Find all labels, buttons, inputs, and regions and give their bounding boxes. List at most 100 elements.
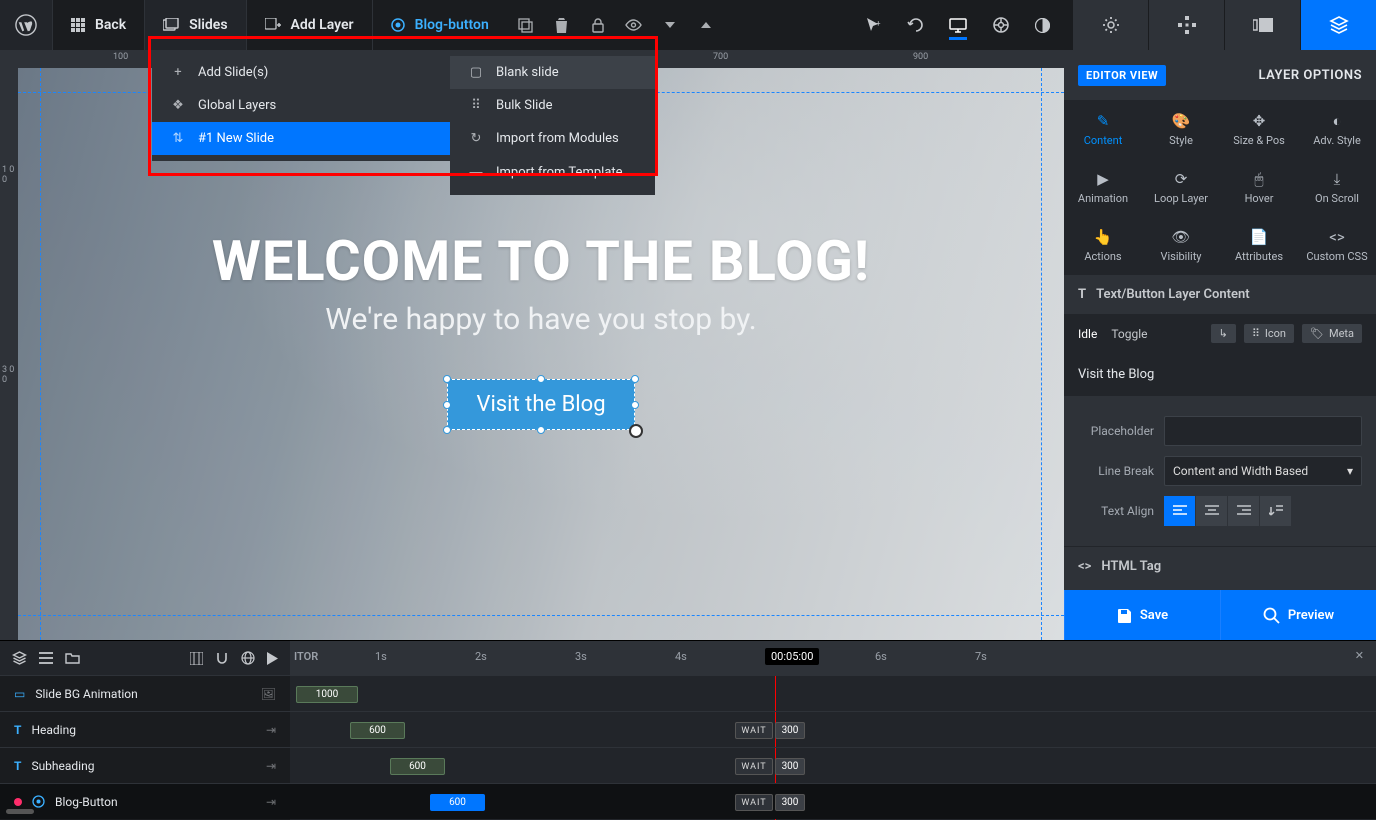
align-left-button[interactable] bbox=[1164, 496, 1196, 526]
align-center-button[interactable] bbox=[1196, 496, 1228, 526]
subtab-toggle[interactable]: Toggle bbox=[1111, 327, 1147, 341]
slides-button[interactable]: Slides bbox=[145, 0, 245, 50]
tab-loop[interactable]: ⟳Loop Layer bbox=[1142, 158, 1220, 216]
tab-scroll[interactable]: ⤓On Scroll bbox=[1298, 158, 1376, 216]
tab-style[interactable]: 🎨Style bbox=[1142, 100, 1220, 158]
snap-icon[interactable] bbox=[215, 651, 229, 665]
timeline-tracks[interactable]: 1000 600 WAIT 300 600 WAIT 300 600 WAIT … bbox=[290, 675, 1376, 820]
timeline-row-subheading[interactable]: T Subheading ⇥ bbox=[0, 747, 290, 783]
save-button[interactable]: Save bbox=[1064, 590, 1220, 640]
section-layer-content[interactable]: T Text/Button Layer Content bbox=[1064, 274, 1376, 314]
meta-chip[interactable]: 🏷 Meta bbox=[1302, 324, 1362, 343]
timeline-row-heading[interactable]: T Heading ⇥ bbox=[0, 711, 290, 747]
anim-bar[interactable]: 600 bbox=[350, 722, 405, 739]
help-icon[interactable] bbox=[993, 17, 1009, 33]
menu-import-modules[interactable]: ↻Import from Modules bbox=[450, 122, 655, 155]
current-layer-button[interactable]: Blog-button bbox=[373, 0, 507, 50]
tab-actions[interactable]: 👆Actions bbox=[1064, 216, 1142, 274]
close-icon[interactable]: ✕ bbox=[1355, 649, 1364, 662]
out-icon[interactable]: ⇥ bbox=[266, 723, 276, 737]
contrast-icon[interactable] bbox=[1035, 18, 1050, 33]
align-justify-button[interactable] bbox=[1260, 496, 1292, 526]
undo-icon[interactable] bbox=[907, 17, 923, 33]
wait-bar[interactable]: WAIT bbox=[735, 758, 773, 775]
tab-adv-style[interactable]: ◐Adv. Style bbox=[1298, 100, 1376, 158]
timeline-row-blog-button[interactable]: Blog-Button ⇥ bbox=[0, 783, 290, 819]
wait-bar[interactable]: WAIT bbox=[735, 794, 773, 811]
tab-custom-css[interactable]: <>Custom CSS bbox=[1298, 216, 1376, 274]
out-icon[interactable]: ⇥ bbox=[266, 795, 276, 809]
scrollbar-thumb[interactable] bbox=[6, 809, 34, 814]
caret-down-icon[interactable] bbox=[661, 16, 679, 34]
desktop-icon[interactable] bbox=[949, 18, 967, 40]
menu-blank-slide[interactable]: ▢Blank slide bbox=[450, 56, 655, 89]
tab-hover[interactable]: 🖱Hover bbox=[1220, 158, 1298, 216]
out-icon[interactable]: ⇥ bbox=[266, 759, 276, 773]
pointer-icon[interactable]: + bbox=[866, 17, 881, 34]
caret-up-icon[interactable] bbox=[697, 16, 715, 34]
section-html-tag[interactable]: <> HTML Tag bbox=[1064, 546, 1376, 586]
subheading-layer[interactable]: We're happy to have you stop by. bbox=[325, 302, 756, 337]
menu-bulk-slide[interactable]: ⠿Bulk Slide bbox=[450, 89, 655, 122]
linebreak-select[interactable]: Content and Width Based▾ bbox=[1164, 456, 1362, 486]
tab-navigation[interactable] bbox=[1148, 0, 1224, 50]
placeholder-input[interactable] bbox=[1164, 416, 1362, 446]
align-right-button[interactable] bbox=[1228, 496, 1260, 526]
columns-icon[interactable] bbox=[190, 652, 203, 665]
anim-bar[interactable]: 600 bbox=[390, 758, 445, 775]
back-button[interactable]: Back bbox=[53, 0, 144, 50]
play-icon[interactable] bbox=[267, 652, 278, 665]
icon-chip[interactable]: ⠿ Icon bbox=[1244, 324, 1294, 343]
wordpress-logo[interactable] bbox=[0, 0, 52, 50]
folder-icon[interactable] bbox=[65, 652, 80, 664]
editor-view-badge[interactable]: EDITOR VIEW bbox=[1078, 65, 1166, 86]
blog-button[interactable]: Visit the Blog bbox=[447, 379, 634, 430]
out-bar[interactable]: 300 bbox=[775, 758, 805, 775]
add-layer-button[interactable]: Add Layer bbox=[247, 0, 372, 50]
duplicate-icon[interactable] bbox=[517, 16, 535, 34]
preview-button[interactable]: Preview bbox=[1220, 590, 1376, 640]
menu-import-template[interactable]: ▬Import from Template bbox=[450, 155, 655, 189]
timeline-ruler[interactable]: ITOR 1s 2s 3s 4s 00:05:00 6s 7s ✕ bbox=[290, 641, 1376, 675]
delete-icon[interactable] bbox=[553, 16, 571, 34]
button-layer-selection[interactable]: Visit the Blog bbox=[447, 379, 634, 430]
resize-handle[interactable] bbox=[537, 375, 545, 383]
menu-global-layers[interactable]: ❖Global Layers bbox=[152, 89, 450, 122]
wait-bar[interactable]: WAIT bbox=[735, 722, 773, 739]
menu-slide-1[interactable]: ⇅#1 New Slide bbox=[152, 122, 450, 155]
rotate-handle[interactable] bbox=[629, 424, 643, 438]
visibility-icon[interactable] bbox=[625, 16, 643, 34]
subtab-idle[interactable]: Idle bbox=[1078, 327, 1097, 341]
resize-handle[interactable] bbox=[443, 401, 451, 409]
panel-tabs bbox=[1072, 0, 1376, 50]
anim-bar[interactable]: 600 bbox=[430, 794, 485, 811]
image-small-icon[interactable]: 🖼 bbox=[261, 687, 276, 701]
resize-handle[interactable] bbox=[537, 426, 545, 434]
tab-size-pos[interactable]: ✥Size & Pos bbox=[1220, 100, 1298, 158]
tab-settings[interactable] bbox=[1072, 0, 1148, 50]
out-bar[interactable]: 300 bbox=[775, 722, 805, 739]
heading-layer[interactable]: WELCOME TO THE BLOG! bbox=[212, 228, 870, 294]
resize-handle[interactable] bbox=[631, 375, 639, 383]
resize-handle[interactable] bbox=[631, 401, 639, 409]
tab-layers[interactable] bbox=[1300, 0, 1376, 50]
layers-icon[interactable] bbox=[12, 651, 27, 666]
tab-attributes[interactable]: 📄Attributes bbox=[1220, 216, 1298, 274]
timeline-left-toolbar bbox=[0, 641, 290, 675]
list-icon[interactable] bbox=[39, 652, 53, 664]
out-bar[interactable]: 300 bbox=[775, 794, 805, 811]
swap-icon[interactable]: ↳ bbox=[1211, 324, 1236, 343]
lock-icon[interactable] bbox=[589, 16, 607, 34]
resize-handle[interactable] bbox=[443, 426, 451, 434]
timeline-row-bg[interactable]: ▭ Slide BG Animation 🖼 bbox=[0, 675, 290, 711]
tab-visibility[interactable]: 👁Visibility bbox=[1142, 216, 1220, 274]
layer-text-editor[interactable]: Visit the Blog bbox=[1064, 353, 1376, 396]
playhead-time[interactable]: 00:05:00 bbox=[765, 648, 819, 665]
tab-animation[interactable]: ▶Animation bbox=[1064, 158, 1142, 216]
globe-icon[interactable] bbox=[241, 651, 255, 665]
menu-add-slides[interactable]: +Add Slide(s) bbox=[152, 56, 450, 89]
anim-bar[interactable]: 1000 bbox=[296, 686, 358, 703]
tab-content[interactable]: ✎Content bbox=[1064, 100, 1142, 158]
ruler-mark: 900 bbox=[913, 52, 928, 62]
tab-slide[interactable] bbox=[1224, 0, 1300, 50]
